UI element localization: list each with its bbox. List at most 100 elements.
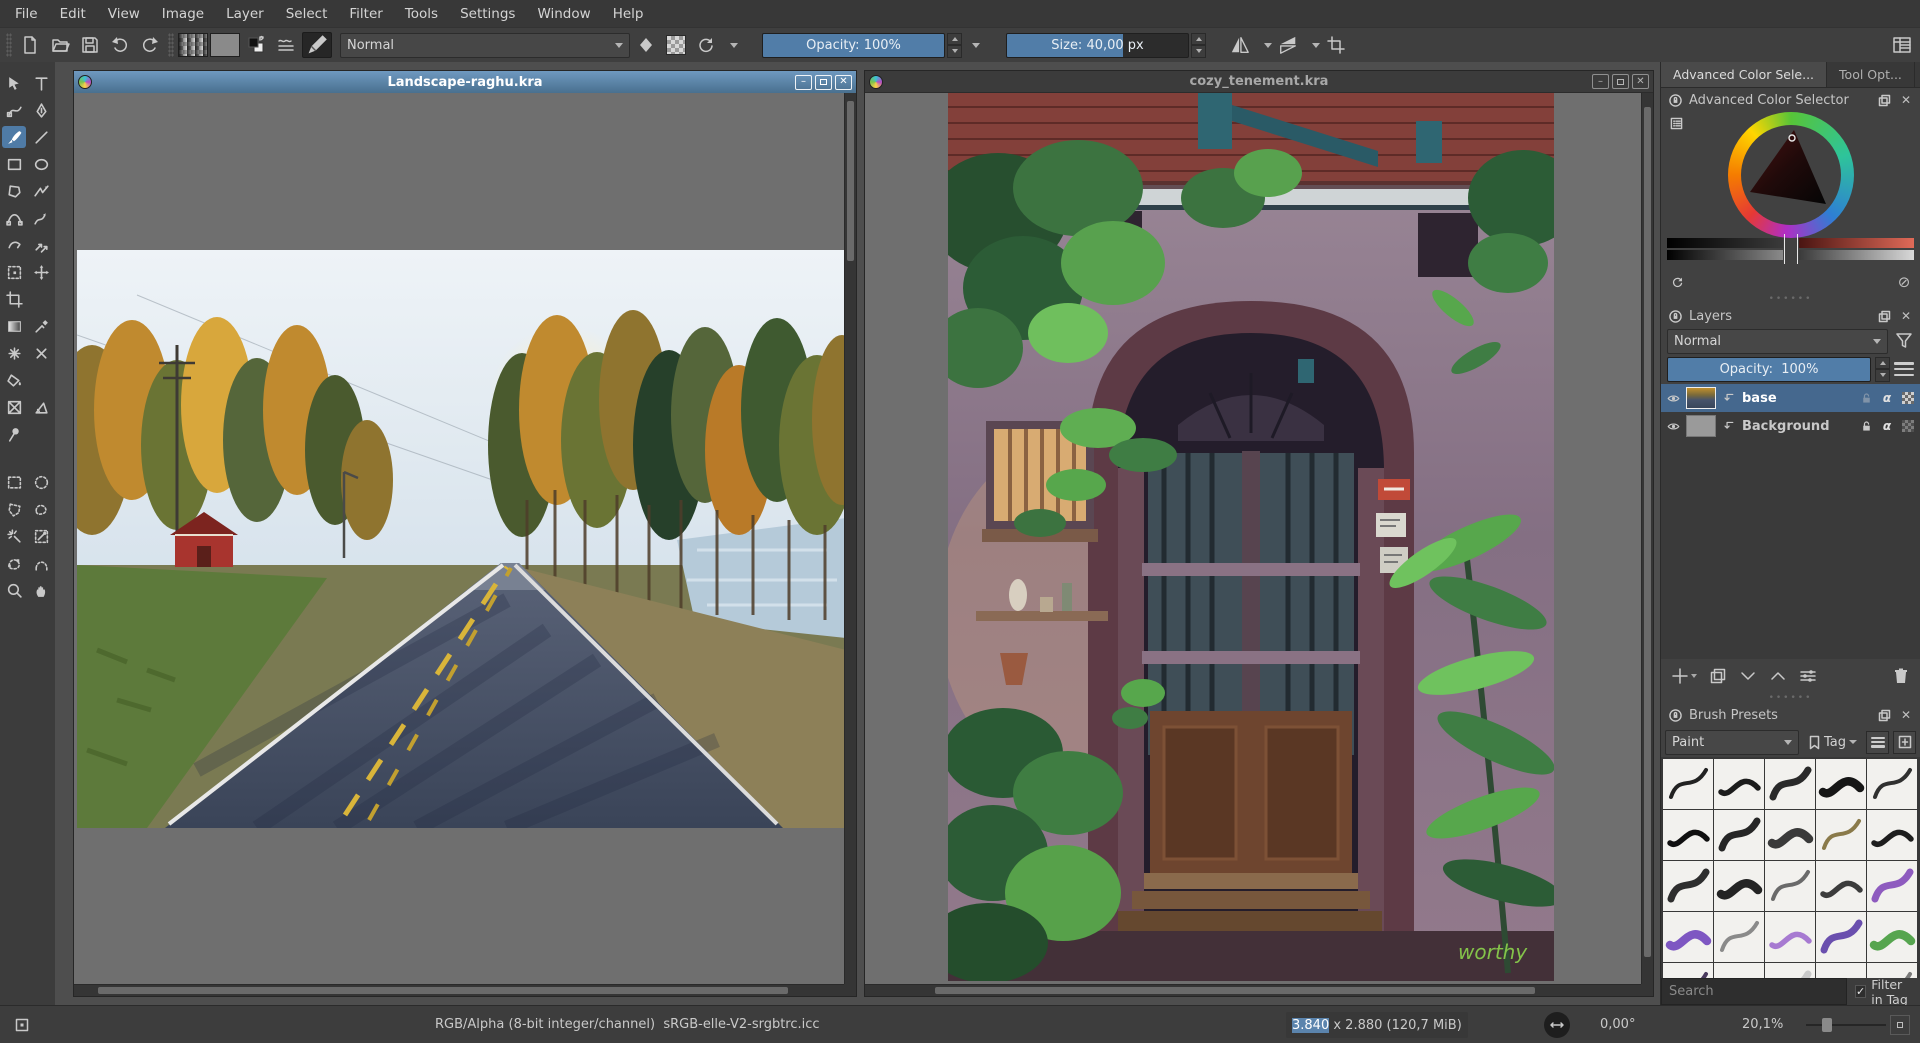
refresh-colors-icon[interactable] (1669, 274, 1685, 290)
opacity-slider[interactable]: Opacity: 100% (762, 33, 945, 58)
tool-ellipse[interactable] (29, 153, 53, 175)
brush-size-spinner[interactable] (1191, 33, 1206, 58)
maximize-button-2[interactable] (1612, 74, 1629, 89)
landscape-canvas-area[interactable] (74, 93, 856, 996)
tool-select-rectangular[interactable] (2, 471, 26, 493)
layer-inherit-alpha-icon-2[interactable] (1900, 418, 1916, 434)
add-layer-button[interactable] (1671, 667, 1697, 685)
visibility-eye-icon-2[interactable] (1665, 418, 1681, 434)
lock-docker-icon[interactable] (1667, 92, 1683, 108)
acs-settings-button[interactable] (1667, 114, 1685, 132)
tool-multibrush[interactable] (29, 234, 53, 256)
reload-preset-options-caret[interactable] (722, 33, 738, 58)
menu-file[interactable]: File (4, 2, 49, 26)
menu-edit[interactable]: Edit (49, 2, 97, 26)
menu-tools[interactable]: Tools (394, 2, 449, 26)
tab-tool-options[interactable]: Tool Opt... (1827, 62, 1915, 87)
toolbar-drag-handle-2[interactable] (168, 33, 174, 57)
layer-inherit-alpha-icon[interactable] (1900, 390, 1916, 406)
color-shade-strips[interactable] (1667, 238, 1914, 262)
new-document-button[interactable] (16, 31, 44, 59)
blending-mode-dropdown[interactable]: Normal (340, 33, 630, 58)
tool-select-contiguous[interactable] (2, 525, 26, 547)
tool-freehand-brush[interactable] (2, 126, 26, 148)
brush-preset[interactable] (1765, 861, 1815, 911)
menu-layer[interactable]: Layer (215, 2, 275, 26)
menu-view[interactable]: View (97, 2, 151, 26)
toolbar-drag-handle[interactable] (6, 33, 12, 57)
brush-preset[interactable] (1765, 963, 1815, 979)
brush-size-slider[interactable]: Size: 40,00 px (1006, 33, 1189, 58)
brush-preset[interactable] (1816, 861, 1866, 911)
brush-preset[interactable] (1714, 759, 1764, 809)
brush-preset[interactable] (1765, 810, 1815, 860)
tab-advanced-color-selector[interactable]: Advanced Color Sele... (1661, 62, 1827, 87)
menu-select[interactable]: Select (275, 2, 339, 26)
float-layers-icon[interactable] (1876, 308, 1892, 324)
layer-row-background[interactable]: Background α (1661, 412, 1920, 440)
layer-alpha-icon-2[interactable]: α (1879, 418, 1895, 434)
brush-preset-chooser-button[interactable] (302, 32, 332, 58)
tenement-canvas-area[interactable]: worthy (865, 93, 1653, 996)
tool-select-similar-color[interactable] (29, 525, 53, 547)
selection-indicator-icon[interactable] (14, 1006, 30, 1043)
landscape-horizontal-scrollbar[interactable] (74, 984, 844, 996)
tool-select-freehand[interactable] (29, 498, 53, 520)
minimize-button[interactable]: – (795, 75, 812, 90)
reload-preset-button[interactable] (692, 31, 720, 59)
mirror-horizontal-button[interactable] (1226, 31, 1254, 59)
brush-preset[interactable] (1816, 810, 1866, 860)
tool-assistants[interactable] (2, 396, 26, 418)
brush-preset[interactable] (1867, 912, 1917, 962)
landscape-titlebar[interactable]: Landscape-raghu.kra – ✕ (74, 71, 856, 93)
color-wheel[interactable] (1728, 112, 1854, 238)
lock-brushes-icon[interactable] (1667, 707, 1683, 723)
brush-grid-view-button[interactable] (1893, 731, 1916, 754)
save-button[interactable] (76, 31, 104, 59)
brush-preset[interactable] (1816, 759, 1866, 809)
maximize-button[interactable] (815, 75, 832, 90)
brush-preset[interactable] (1765, 912, 1815, 962)
layer-opacity-slider[interactable]: Opacity: 100% (1667, 357, 1871, 382)
brush-preset[interactable] (1714, 861, 1764, 911)
canvas-only-mode-button[interactable] (1890, 1015, 1910, 1035)
brush-preset[interactable] (1765, 759, 1815, 809)
mirror-horizontal-caret[interactable] (1256, 33, 1272, 58)
tool-dynamic-brush[interactable] (2, 234, 26, 256)
tool-crop[interactable] (2, 288, 26, 310)
layer-row-base[interactable]: base α (1661, 384, 1920, 412)
tool-move[interactable] (29, 261, 53, 283)
brush-preset[interactable] (1816, 912, 1866, 962)
canvas-rotation-dial[interactable] (1544, 1012, 1570, 1038)
tool-bezier-curve[interactable] (2, 207, 26, 229)
duplicate-layer-button[interactable] (1709, 667, 1727, 685)
zoom-slider-handle[interactable] (1822, 1018, 1832, 1032)
brush-preset[interactable] (1663, 810, 1713, 860)
close-layers-icon[interactable]: ✕ (1898, 308, 1914, 324)
layer-opacity-spinner[interactable] (1875, 357, 1890, 382)
docker-splitter-2[interactable]: •••••• (1661, 693, 1920, 703)
tool-pan[interactable] (29, 579, 53, 601)
tool-pattern-edit[interactable] (2, 342, 26, 364)
layer-properties-button[interactable] (1799, 667, 1817, 685)
layer-alpha-icon[interactable]: α (1879, 390, 1895, 406)
menu-help[interactable]: Help (602, 2, 655, 26)
menu-image[interactable]: Image (151, 2, 215, 26)
tool-select-magnetic[interactable] (29, 552, 53, 574)
redo-button[interactable] (136, 31, 164, 59)
tag-button[interactable]: Tag (1803, 730, 1862, 754)
brush-preset[interactable] (1714, 912, 1764, 962)
tool-fill[interactable] (2, 369, 26, 391)
tool-measure[interactable] (29, 396, 53, 418)
fg-bg-color-swatch[interactable] (242, 31, 270, 59)
landscape-painting[interactable] (77, 250, 846, 828)
tenement-vertical-scrollbar[interactable] (1641, 93, 1653, 984)
brush-filter-dropdown[interactable]: Paint (1665, 730, 1799, 755)
close-brushes-icon[interactable]: ✕ (1898, 707, 1914, 723)
tool-polyline[interactable] (29, 180, 53, 202)
menu-settings[interactable]: Settings (449, 2, 526, 26)
brush-preset[interactable] (1867, 861, 1917, 911)
gradient-chooser-button[interactable] (178, 33, 208, 57)
trim-to-image-button[interactable] (1322, 31, 1350, 59)
menu-filter[interactable]: Filter (338, 2, 393, 26)
